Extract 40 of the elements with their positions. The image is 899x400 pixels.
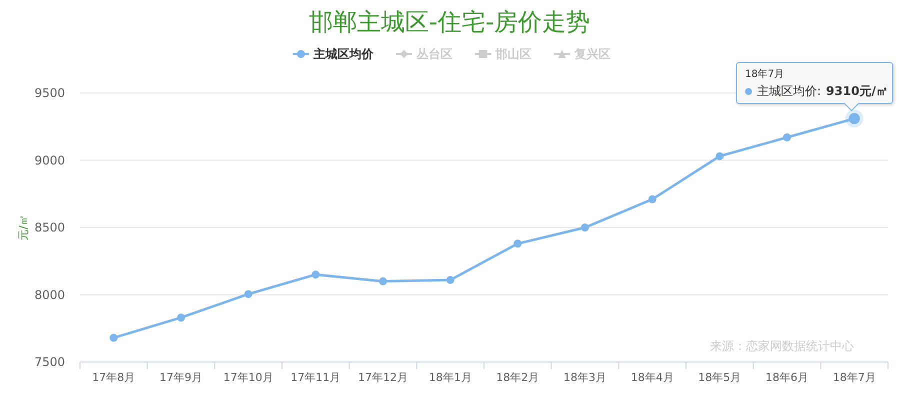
legend-item[interactable]: 主城区均价 bbox=[292, 46, 374, 62]
tooltip-title: 18年7月 bbox=[745, 68, 786, 81]
x-tick-label: 18年5月 bbox=[698, 371, 742, 384]
highlighted-data-point[interactable] bbox=[845, 110, 864, 128]
data-point[interactable] bbox=[716, 152, 724, 160]
x-tick-label: 18年1月 bbox=[428, 371, 472, 384]
y-tick-label: 7500 bbox=[34, 355, 65, 369]
y-tick-label: 9500 bbox=[34, 86, 65, 100]
y-tick-label: 8500 bbox=[34, 220, 65, 234]
x-tick-label: 18年3月 bbox=[564, 371, 606, 384]
chart-title: 邯郸主城区-住宅-房价走势 bbox=[308, 7, 592, 38]
y-tick-label: 9000 bbox=[34, 153, 65, 168]
y-axis-title: 元/㎡ bbox=[17, 214, 30, 240]
data-point[interactable] bbox=[379, 277, 387, 286]
x-tick-label: 17年10月 bbox=[223, 371, 274, 384]
diamond-marker-icon bbox=[396, 49, 412, 59]
data-point[interactable] bbox=[581, 224, 589, 232]
data-point[interactable] bbox=[110, 334, 118, 342]
x-tick-label: 18年4月 bbox=[630, 371, 674, 384]
x-tick-label: 18年6月 bbox=[766, 371, 808, 384]
data-point[interactable] bbox=[783, 133, 791, 142]
triangle-marker-icon bbox=[554, 49, 570, 59]
tooltip-series-label: 主城区均价: bbox=[757, 83, 822, 100]
data-point[interactable] bbox=[312, 270, 320, 279]
x-tick-label: 18年7月 bbox=[832, 371, 876, 384]
x-tick-label: 17年9月 bbox=[160, 371, 202, 384]
series-dot-icon bbox=[745, 88, 752, 95]
x-tick-label: 17年12月 bbox=[358, 371, 408, 384]
data-point[interactable] bbox=[244, 290, 252, 298]
data-point[interactable] bbox=[446, 276, 454, 284]
x-tick-label: 17年11月 bbox=[290, 371, 341, 384]
data-point[interactable] bbox=[648, 195, 656, 204]
circle-marker-icon bbox=[292, 49, 308, 59]
y-tick-label: 8000 bbox=[34, 288, 65, 302]
data-point[interactable] bbox=[177, 314, 185, 322]
tooltip-value: 9310元/㎡ bbox=[826, 83, 888, 100]
square-marker-icon bbox=[474, 49, 490, 59]
data-point[interactable] bbox=[514, 240, 522, 248]
x-tick-label: 17年8月 bbox=[92, 371, 136, 384]
x-tick-label: 18年2月 bbox=[496, 371, 540, 384]
